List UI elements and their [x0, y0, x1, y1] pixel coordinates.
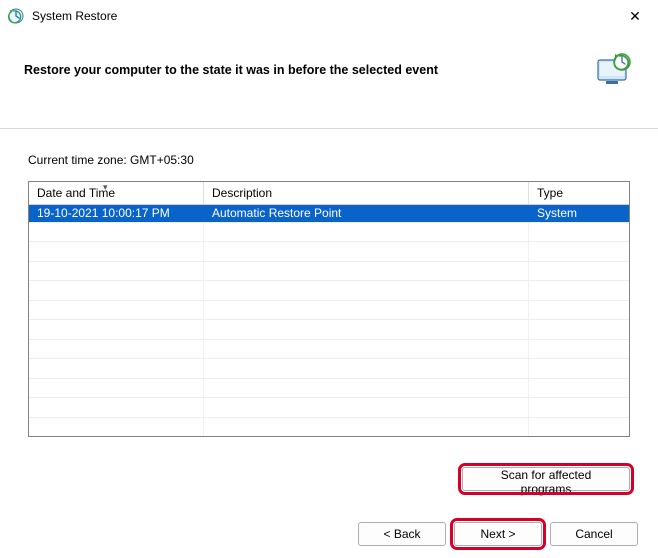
footer-buttons: < Back Next > Cancel	[358, 522, 638, 546]
restore-points-table: Date and Time ▾ Description Type 19-10-2…	[28, 181, 630, 437]
restore-monitor-icon	[594, 50, 634, 90]
cell-date-time: 19-10-2021 10:00:17 PM	[29, 205, 204, 222]
table-header: Date and Time ▾ Description Type	[29, 182, 629, 205]
cell-description: Automatic Restore Point	[204, 205, 529, 222]
titlebar: System Restore ✕	[0, 0, 658, 32]
close-button[interactable]: ✕	[612, 0, 658, 32]
header-row: Restore your computer to the state it wa…	[0, 32, 658, 102]
close-icon: ✕	[629, 8, 641, 25]
page-heading: Restore your computer to the state it wa…	[24, 63, 438, 77]
timezone-label: Current time zone: GMT+05:30	[28, 153, 630, 167]
cancel-button[interactable]: Cancel	[550, 522, 638, 546]
column-header-description[interactable]: Description	[204, 182, 529, 204]
column-header-type[interactable]: Type	[529, 182, 629, 204]
next-button[interactable]: Next >	[454, 522, 542, 546]
scan-affected-programs-button[interactable]: Scan for affected programs	[462, 467, 630, 491]
empty-rows	[29, 223, 629, 436]
content-area: Current time zone: GMT+05:30 Date and Ti…	[0, 128, 658, 453]
system-restore-icon	[8, 8, 24, 24]
column-header-date-time[interactable]: Date and Time ▾	[29, 182, 204, 204]
window-title: System Restore	[32, 9, 612, 23]
table-body: 19-10-2021 10:00:17 PM Automatic Restore…	[29, 205, 629, 436]
table-row[interactable]: 19-10-2021 10:00:17 PM Automatic Restore…	[29, 205, 629, 223]
sort-desc-icon: ▾	[103, 182, 108, 193]
back-button[interactable]: < Back	[358, 522, 446, 546]
scan-row: Scan for affected programs	[0, 453, 658, 491]
cell-type: System	[529, 205, 629, 222]
